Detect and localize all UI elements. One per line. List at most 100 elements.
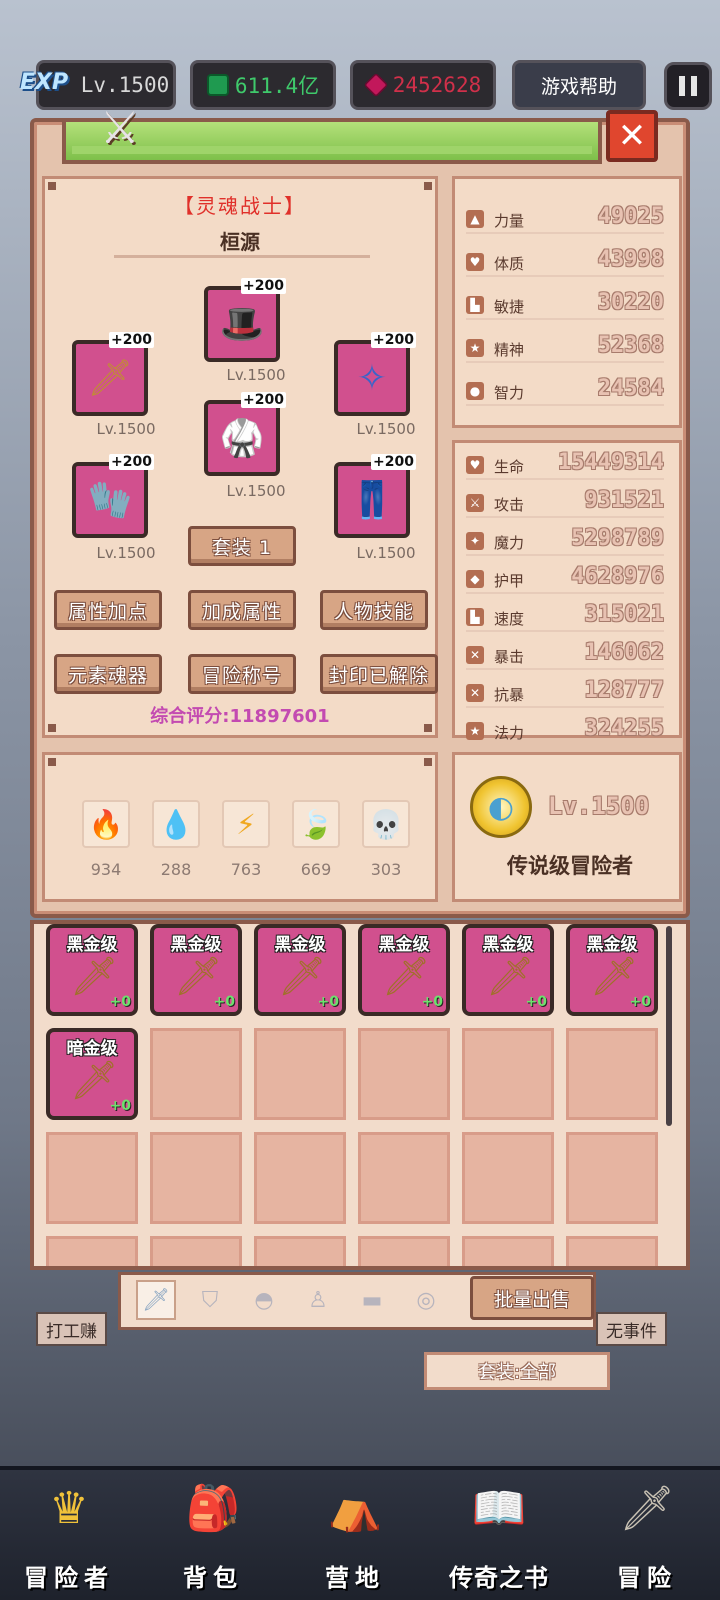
bulk-sell-button[interactable]: 批量出售 <box>470 1276 594 1320</box>
inventory-item[interactable]: 黑金级 🗡 +0 <box>254 924 346 1016</box>
amulet-icon: ✧ <box>356 357 388 399</box>
help-button[interactable]: 游戏帮助 <box>512 60 646 110</box>
dark-icon[interactable]: 💀 <box>362 800 410 848</box>
inventory-item[interactable]: 黑金级 🗡 +0 <box>462 924 554 1016</box>
inventory-slot[interactable] <box>462 1132 554 1224</box>
medal-icon[interactable]: ◐ <box>470 776 532 838</box>
inventory-slot[interactable] <box>254 1028 346 1120</box>
fire-icon[interactable]: 🔥 <box>82 800 130 848</box>
rank-level: Lv.1500 <box>548 792 650 820</box>
item-enhance: +0 <box>317 994 339 1010</box>
inventory-slot[interactable] <box>566 1236 658 1266</box>
nav-backpack[interactable]: 🎒 背包 <box>148 1476 278 1596</box>
pause-button[interactable] <box>664 62 712 110</box>
item-tier: 黑金级 <box>170 935 222 955</box>
nav-adventurer[interactable]: ♛ 冒险者 <box>4 1476 134 1596</box>
tab-ring[interactable]: ◎ <box>406 1280 446 1320</box>
stat-row: ▙ 敏捷 30220 <box>466 290 664 320</box>
inventory-slot[interactable] <box>358 1132 450 1224</box>
enhance-badge: +200 <box>371 332 416 348</box>
item-tier: 黑金级 <box>378 935 430 955</box>
inventory-item[interactable]: 暗金级 🗡 +0 <box>46 1028 138 1120</box>
inventory-slot[interactable] <box>150 1028 242 1120</box>
lightning-icon[interactable]: ⚡ <box>222 800 270 848</box>
character-skills-button[interactable]: 人物技能 <box>320 590 428 630</box>
bonus-attributes-button[interactable]: 加成属性 <box>188 590 296 630</box>
gem-box[interactable]: 2452628 <box>350 60 496 110</box>
nav-adventure[interactable]: 🗡 冒险 <box>582 1476 712 1596</box>
shield-icon: ◆ <box>466 570 484 588</box>
nav-legend-book[interactable]: 📖 传奇之书 <box>434 1476 564 1596</box>
inventory-slot[interactable] <box>46 1236 138 1266</box>
inventory-scrollbar[interactable] <box>666 926 672 1126</box>
sword-icon: 🗡 <box>142 1287 170 1313</box>
armor-icon: 🥋 <box>219 418 265 459</box>
critical-icon: ✕ <box>466 646 484 664</box>
inventory-slot[interactable] <box>358 1028 450 1120</box>
inventory-item[interactable]: 黑金级 🗡 +0 <box>358 924 450 1016</box>
tab-belt[interactable]: ▬ <box>352 1280 392 1320</box>
inventory-slot[interactable] <box>46 1132 138 1224</box>
star-icon: ★ <box>466 722 484 740</box>
set-button[interactable]: 套装 1 <box>188 526 296 566</box>
equip-slot-weapon[interactable]: 🗡 +200 <box>72 332 154 416</box>
nav-camp[interactable]: ⛺ 营地 <box>290 1476 420 1596</box>
boot-icon: ▙ <box>466 608 484 626</box>
close-button[interactable]: ✕ <box>606 110 658 162</box>
gloves-icon: 🧤 <box>87 480 133 521</box>
crown-icon: ♛ <box>49 1482 89 1534</box>
inventory-slot[interactable] <box>358 1236 450 1266</box>
stat-row: ✦ 魔力 5298789 <box>466 526 664 556</box>
tab-weapon[interactable]: 🗡 <box>136 1280 176 1320</box>
equip-slot-helmet[interactable]: 🎩 +200 <box>204 278 286 362</box>
stat-row: ● 智力 24584 <box>466 376 664 406</box>
work-earn-label[interactable]: 打工赚 <box>36 1312 107 1346</box>
inventory-slot[interactable] <box>254 1236 346 1266</box>
belt-icon: ▬ <box>361 1287 383 1313</box>
equip-slot-gloves[interactable]: 🧤 +200 <box>72 454 154 538</box>
green-gem-icon <box>206 74 229 96</box>
inventory-slot[interactable] <box>254 1132 346 1224</box>
element-soul-button[interactable]: 元素魂器 <box>54 654 162 694</box>
set-filter-dropdown[interactable]: 套装:全部 <box>424 1352 610 1390</box>
gem-amount: 2452628 <box>392 73 482 97</box>
inventory-slot[interactable] <box>566 1132 658 1224</box>
stat-row: ★ 法力 324255 <box>466 716 664 746</box>
inventory-slot[interactable] <box>462 1236 554 1266</box>
inventory-item[interactable]: 黑金级 🗡 +0 <box>46 924 138 1016</box>
heart-icon: ♥ <box>466 253 484 271</box>
equip-slot-pants[interactable]: 👖 +200 <box>334 454 416 538</box>
player-level: Lv.1500 <box>80 73 170 97</box>
inventory-slot[interactable] <box>150 1236 242 1266</box>
inventory-item[interactable]: 黑金级 🗡 +0 <box>150 924 242 1016</box>
wind-icon[interactable]: 🍃 <box>292 800 340 848</box>
tab-shield[interactable]: ⛉ <box>190 1280 230 1320</box>
inventory-slot[interactable] <box>566 1028 658 1120</box>
water-icon[interactable]: 💧 <box>152 800 200 848</box>
item-tier: 黑金级 <box>482 935 534 955</box>
item-enhance: +0 <box>525 994 547 1010</box>
divider <box>114 255 370 258</box>
helmet-icon: ◓ <box>254 1287 274 1313</box>
fire-value: 934 <box>90 860 122 879</box>
item-tier: 黑金级 <box>66 935 118 955</box>
sword-icon: 🗡 <box>174 954 223 998</box>
seal-released-button[interactable]: 封印已解除 <box>320 654 438 694</box>
inventory-slot[interactable] <box>462 1028 554 1120</box>
tab-armor[interactable]: ♙ <box>298 1280 338 1320</box>
adventure-title-button[interactable]: 冒险称号 <box>188 654 296 694</box>
stat-row: ▙ 速度 315021 <box>466 602 664 632</box>
equip-level: Lv.1500 <box>356 544 416 562</box>
rank-title: 传说级冒险者 <box>507 854 633 878</box>
gold-box[interactable]: 611.4亿 <box>190 60 336 110</box>
strength-icon: ▲ <box>466 210 484 228</box>
tab-helmet[interactable]: ◓ <box>244 1280 284 1320</box>
inventory-item[interactable]: 黑金级 🗡 +0 <box>566 924 658 1016</box>
inventory-slot[interactable] <box>150 1132 242 1224</box>
no-event-label[interactable]: 无事件 <box>596 1312 667 1346</box>
equip-slot-necklace[interactable]: ✧ +200 <box>334 332 416 416</box>
equip-level: Lv.1500 <box>226 482 286 500</box>
stat-row: ◆ 护甲 4628976 <box>466 564 664 594</box>
equip-slot-armor[interactable]: 🥋 +200 <box>204 392 286 476</box>
attribute-points-button[interactable]: 属性加点 <box>54 590 162 630</box>
